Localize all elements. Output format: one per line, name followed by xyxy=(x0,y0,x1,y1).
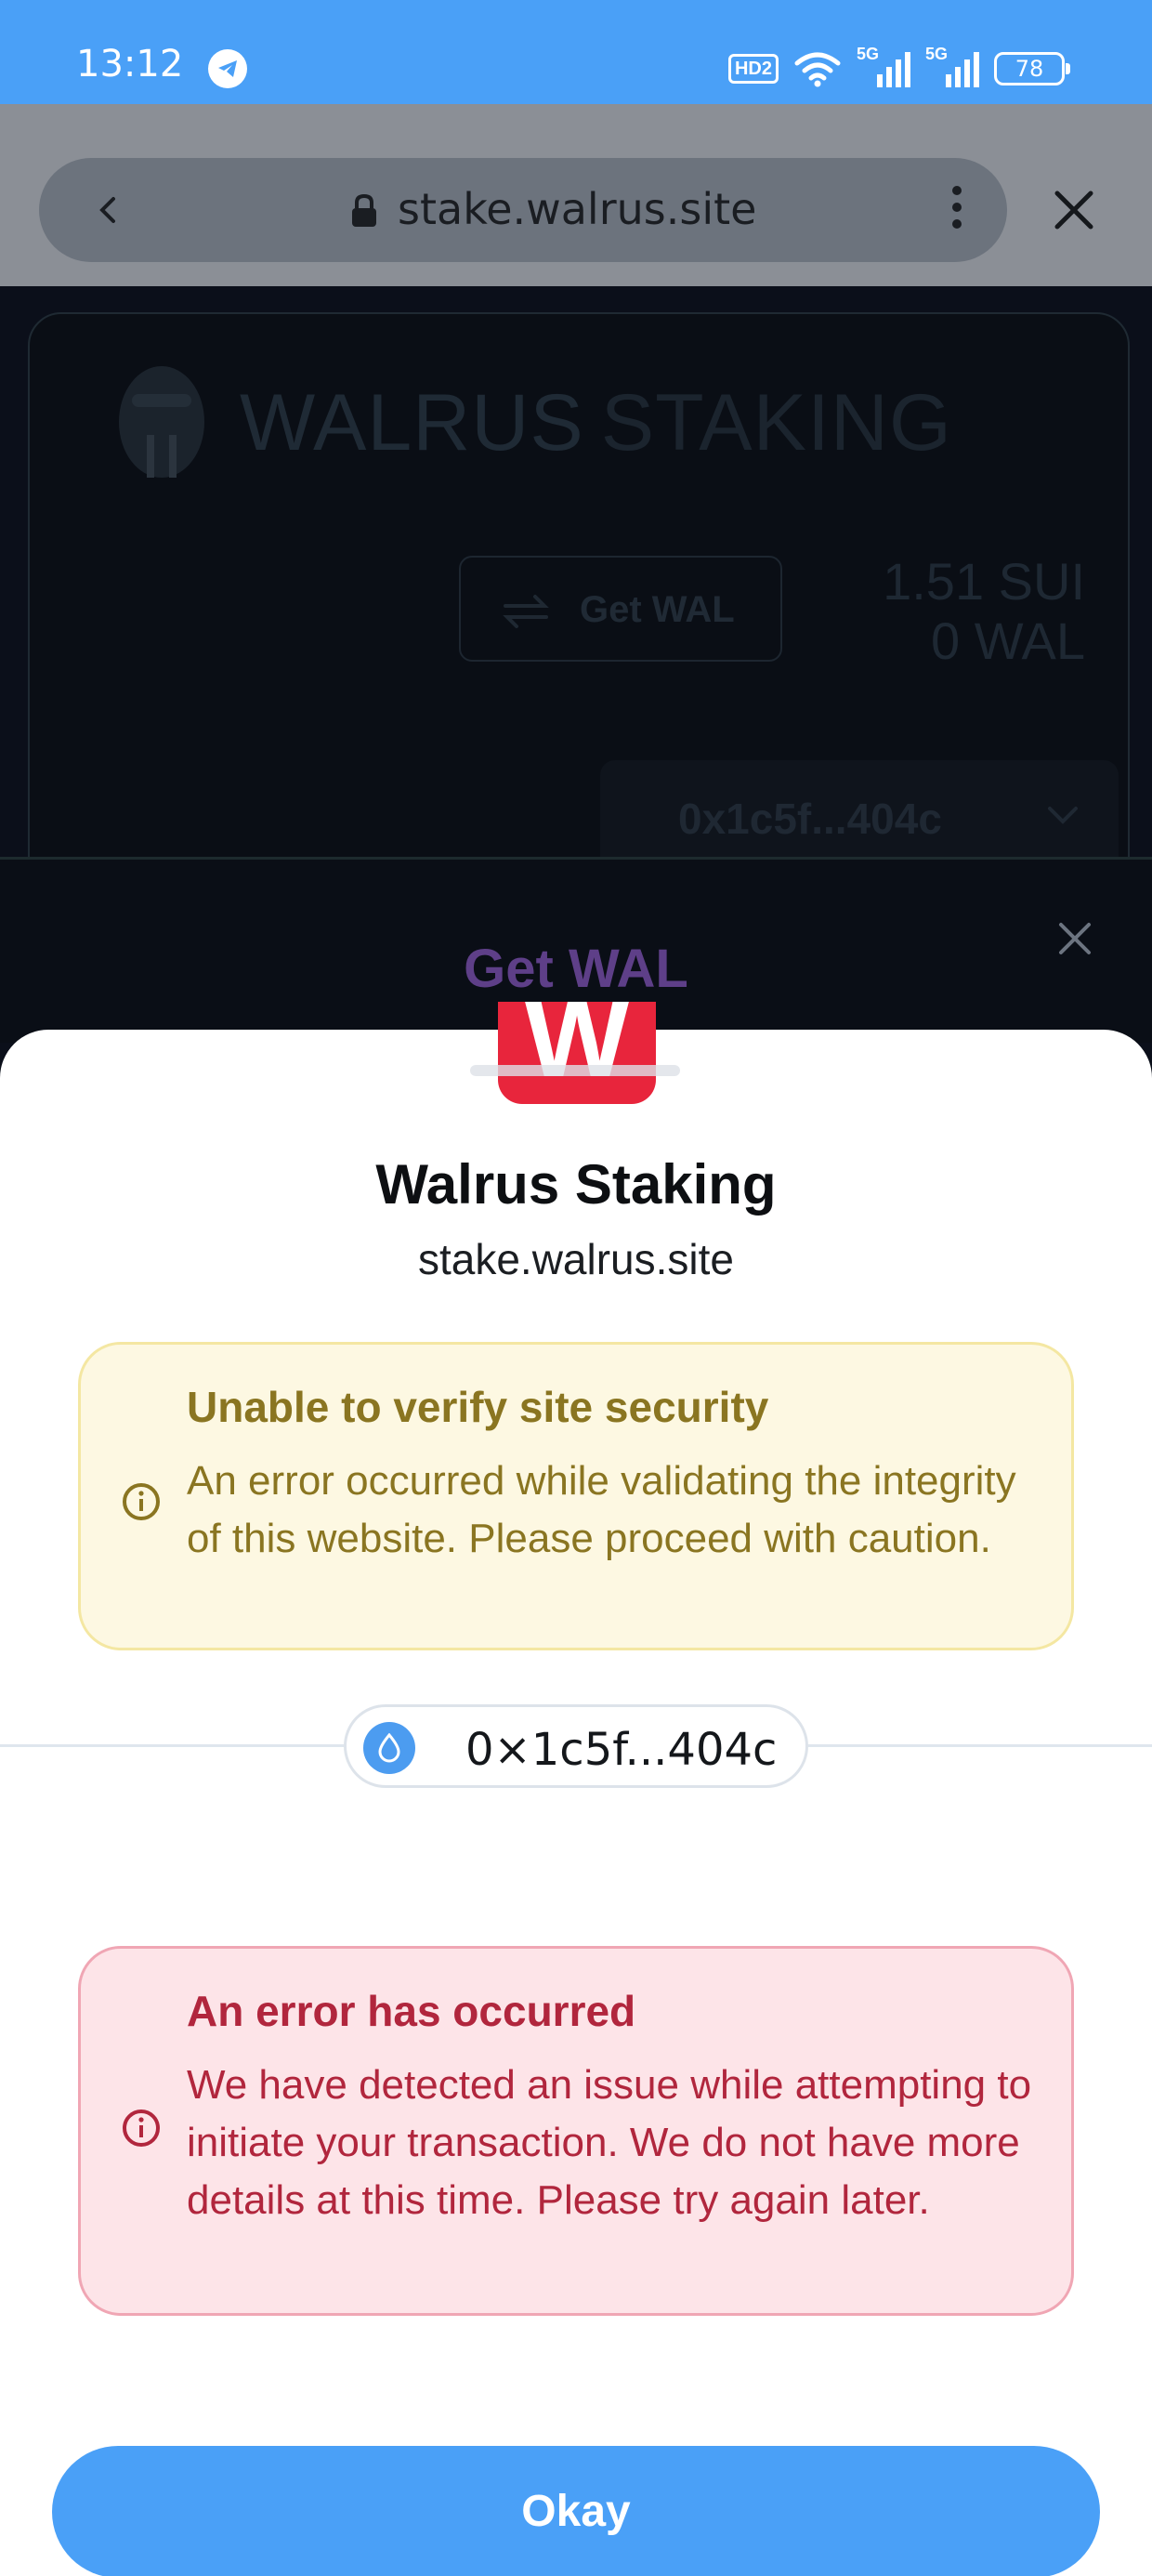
sui-balance: 1.51 SUI xyxy=(883,552,1085,611)
chevron-down-icon xyxy=(1048,807,1078,824)
lock-icon xyxy=(352,193,376,227)
wallet-address: 0x1c5f...404c xyxy=(678,795,942,843)
security-warning: Unable to verify site security An error … xyxy=(78,1342,1074,1650)
chevron-left-icon[interactable] xyxy=(93,193,126,227)
get-wal-button[interactable]: Get WAL xyxy=(459,556,782,662)
url-bar[interactable]: stake.walrus.site xyxy=(39,158,1007,262)
hd-icon: HD2 xyxy=(727,54,779,84)
walrus-logo-icon xyxy=(119,366,204,478)
more-vertical-icon[interactable] xyxy=(949,186,964,236)
walrus-app-logo: W xyxy=(498,1002,656,1104)
sui-icon xyxy=(363,1722,415,1774)
browser-toolbar: stake.walrus.site xyxy=(0,104,1152,286)
error-title: An error has occurred xyxy=(187,1987,636,2035)
info-icon xyxy=(123,2109,160,2147)
account-pill: 0×1c5f...404c xyxy=(344,1704,808,1788)
drag-handle[interactable] xyxy=(470,1065,680,1076)
get-wal-modal-title: Get WAL xyxy=(464,939,688,999)
warning-title: Unable to verify site security xyxy=(187,1383,769,1431)
telegram-icon xyxy=(208,49,247,88)
signal-5g-icon: 5G xyxy=(925,45,979,87)
account-address: 0×1c5f...404c xyxy=(465,1724,778,1776)
okay-button[interactable]: Okay xyxy=(52,2446,1100,2576)
battery-icon: 78 xyxy=(994,52,1070,85)
status-time: 13:12 xyxy=(76,43,184,85)
dapp-name: Walrus Staking xyxy=(375,1153,777,1216)
close-icon[interactable] xyxy=(1048,184,1100,236)
swap-icon xyxy=(503,595,549,628)
page-title: WALRUS STAKING xyxy=(240,378,952,467)
wal-balance: 0 WAL xyxy=(931,611,1085,670)
balances: 1.51 SUI 0 WAL xyxy=(883,552,1085,671)
warning-body: An error occurred while validating the i… xyxy=(187,1458,1016,1561)
error-body: We have detected an issue while attempti… xyxy=(187,2062,1032,2223)
status-indicators: HD2 5G 5G 78 xyxy=(727,45,1070,91)
dapp-url: stake.walrus.site xyxy=(417,1235,734,1283)
status-bar: 13:12 HD2 5G 5G 78 xyxy=(0,0,1152,104)
close-icon[interactable] xyxy=(1057,921,1093,956)
error-alert: An error has occurred We have detected a… xyxy=(78,1946,1074,2316)
url-text[interactable]: stake.walrus.site xyxy=(398,184,756,234)
info-icon xyxy=(123,1483,160,1520)
signal-5g-icon: 5G xyxy=(857,45,910,87)
wifi-icon xyxy=(794,52,841,87)
